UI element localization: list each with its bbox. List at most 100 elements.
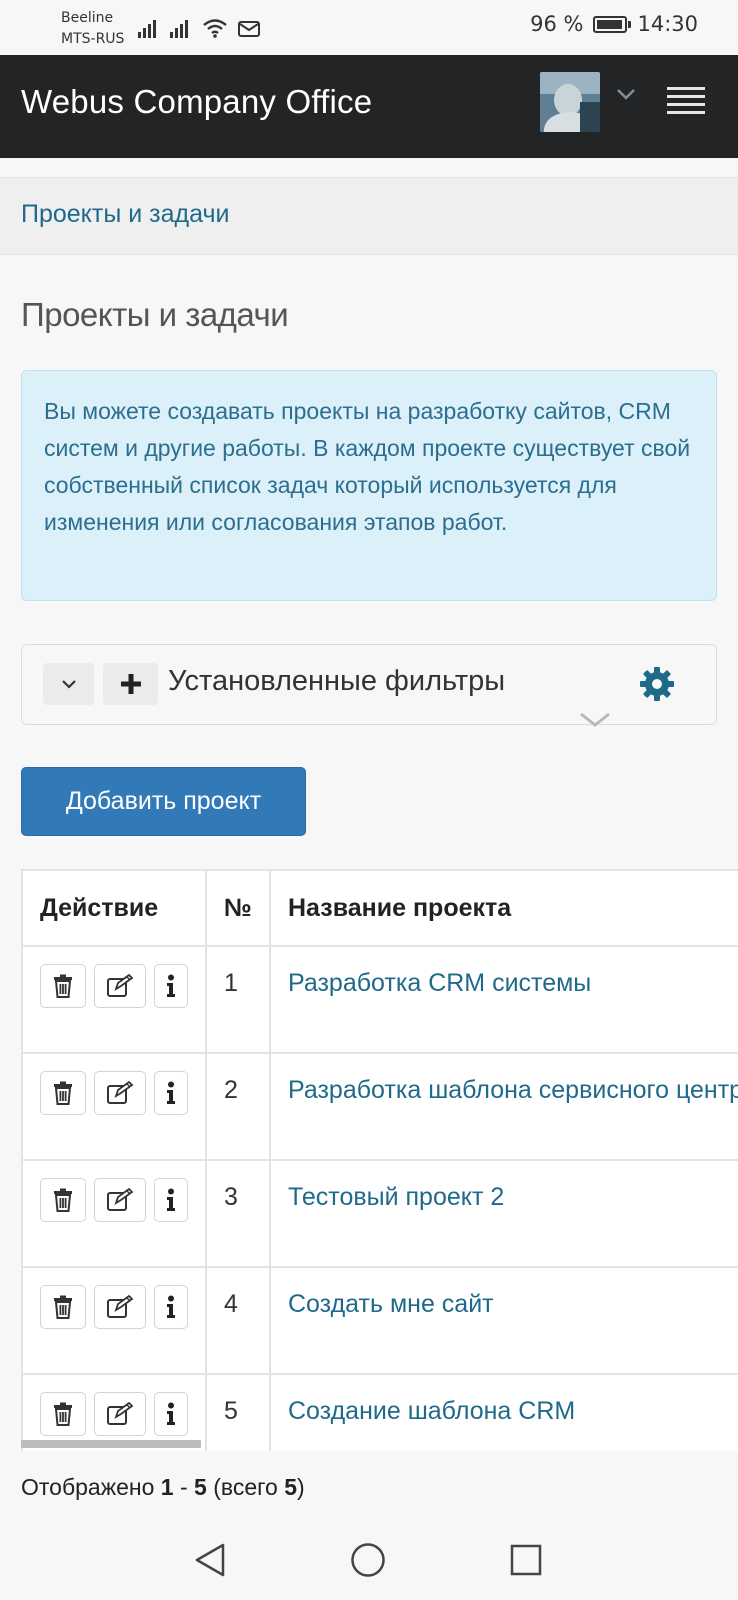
hamburger-menu-icon[interactable] bbox=[667, 87, 705, 115]
back-icon[interactable] bbox=[193, 1542, 227, 1578]
project-link[interactable]: Разработка шаблона сервисного центра bbox=[288, 1076, 738, 1104]
avatar[interactable] bbox=[540, 72, 600, 132]
table-row: 1 Разработка CRM системы bbox=[21, 945, 738, 1054]
table-row: 3 Тестовый проект 2 bbox=[21, 1159, 738, 1268]
pagination-summary: Отображено 1 - 5 (всего 5) bbox=[21, 1474, 305, 1501]
battery-percent: 96 % bbox=[530, 12, 584, 36]
page-title: Проекты и задачи bbox=[21, 296, 289, 333]
row-number: 4 bbox=[205, 1266, 271, 1375]
project-link[interactable]: Создать мне сайт bbox=[288, 1290, 494, 1318]
table-row: 4 Создать мне сайт bbox=[21, 1266, 738, 1375]
add-filter-button[interactable] bbox=[103, 663, 158, 705]
avatar-image bbox=[540, 72, 600, 132]
pager-suffix: ) bbox=[297, 1474, 305, 1500]
breadcrumb: Проекты и задачи bbox=[0, 177, 738, 255]
row-actions bbox=[21, 1266, 207, 1375]
edit-icon bbox=[107, 1188, 134, 1211]
trash-icon bbox=[54, 1081, 72, 1105]
delete-button[interactable] bbox=[40, 1178, 86, 1222]
project-link[interactable]: Тестовый проект 2 bbox=[288, 1183, 504, 1211]
pager-mid: (всего bbox=[206, 1474, 285, 1500]
system-navigation-bar bbox=[0, 1520, 738, 1600]
edit-button[interactable] bbox=[94, 1285, 146, 1329]
info-button[interactable] bbox=[154, 1392, 188, 1436]
header-action: Действие bbox=[21, 869, 207, 947]
wifi-icon bbox=[203, 19, 227, 38]
edit-icon bbox=[107, 1402, 134, 1425]
horizontal-scrollbar[interactable] bbox=[21, 1440, 201, 1448]
row-number: 3 bbox=[205, 1159, 271, 1268]
plus-icon bbox=[120, 674, 141, 694]
add-project-button[interactable]: Добавить проект bbox=[21, 767, 306, 836]
status-bar: Beeline MTS-RUS 96 % 14:30 bbox=[0, 0, 738, 55]
delete-button[interactable] bbox=[40, 964, 86, 1008]
filters-collapse-button[interactable] bbox=[43, 663, 94, 705]
signal-icon bbox=[170, 20, 188, 38]
pager-from: 1 bbox=[160, 1474, 174, 1500]
menu-bar bbox=[667, 111, 705, 114]
pager-prefix: Отображено bbox=[21, 1474, 161, 1500]
info-icon bbox=[167, 1081, 175, 1104]
signal-icon bbox=[138, 20, 156, 38]
battery-icon bbox=[593, 15, 632, 33]
project-link[interactable]: Создание шаблона CRM bbox=[288, 1397, 575, 1425]
home-icon[interactable] bbox=[350, 1542, 386, 1578]
gear-icon[interactable] bbox=[638, 665, 676, 703]
info-button[interactable] bbox=[154, 1071, 188, 1115]
filters-panel: Установленные фильтры bbox=[21, 644, 717, 727]
info-icon bbox=[167, 974, 175, 997]
info-button[interactable] bbox=[154, 964, 188, 1008]
info-icon bbox=[167, 1188, 175, 1211]
row-actions bbox=[21, 945, 207, 1054]
info-icon bbox=[167, 1295, 175, 1318]
edit-button[interactable] bbox=[94, 1392, 146, 1436]
recent-apps-icon[interactable] bbox=[510, 1544, 542, 1576]
project-link[interactable]: Разработка CRM системы bbox=[288, 969, 591, 997]
mail-icon bbox=[238, 21, 260, 37]
row-actions bbox=[21, 1159, 207, 1268]
top-navbar: Webus Company Office bbox=[0, 55, 738, 158]
edit-icon bbox=[107, 1081, 134, 1104]
trash-icon bbox=[54, 1295, 72, 1319]
projects-table: Действие № Название проекта 1 Разработка… bbox=[21, 869, 738, 1451]
brand-title[interactable]: Webus Company Office bbox=[21, 83, 372, 121]
header-project-name: Название проекта bbox=[269, 869, 738, 947]
trash-icon bbox=[54, 974, 72, 998]
trash-icon bbox=[54, 1402, 72, 1426]
pager-to: 5 bbox=[194, 1474, 207, 1500]
row-project-name: Разработка шаблона сервисного центра bbox=[269, 1052, 738, 1161]
battery-fill bbox=[597, 19, 623, 29]
delete-button[interactable] bbox=[40, 1285, 86, 1329]
row-actions bbox=[21, 1052, 207, 1161]
edit-button[interactable] bbox=[94, 1071, 146, 1115]
row-number: 2 bbox=[205, 1052, 271, 1161]
breadcrumb-item-projects[interactable]: Проекты и задачи bbox=[21, 200, 229, 229]
filters-label: Установленные фильтры bbox=[168, 665, 506, 697]
clock: 14:30 bbox=[637, 12, 698, 36]
chevron-down-icon[interactable] bbox=[578, 711, 612, 729]
row-number: 5 bbox=[205, 1373, 271, 1451]
header-number: № bbox=[205, 869, 271, 947]
info-icon bbox=[167, 1402, 175, 1425]
row-project-name: Тестовый проект 2 bbox=[269, 1159, 738, 1268]
info-alert: Вы можете создавать проекты на разработк… bbox=[21, 370, 717, 601]
delete-button[interactable] bbox=[40, 1071, 86, 1115]
carrier-names: Beeline MTS-RUS bbox=[61, 8, 124, 50]
delete-button[interactable] bbox=[40, 1392, 86, 1436]
menu-bar bbox=[667, 87, 705, 90]
chevron-down-icon[interactable] bbox=[616, 87, 636, 101]
edit-button[interactable] bbox=[94, 1178, 146, 1222]
edit-button[interactable] bbox=[94, 964, 146, 1008]
row-project-name: Создание шаблона CRM bbox=[269, 1373, 738, 1451]
row-number: 1 bbox=[205, 945, 271, 1054]
chevron-down-icon bbox=[61, 680, 76, 689]
carrier-1: Beeline bbox=[61, 10, 114, 26]
projects-table-container[interactable]: Действие № Название проекта 1 Разработка… bbox=[21, 869, 738, 1451]
row-project-name: Создать мне сайт bbox=[269, 1266, 738, 1375]
menu-bar bbox=[667, 95, 705, 98]
edit-icon bbox=[107, 1295, 134, 1318]
status-right: 96 % 14:30 bbox=[530, 12, 698, 36]
table-row: 2 Разработка шаблона сервисного центра bbox=[21, 1052, 738, 1161]
info-button[interactable] bbox=[154, 1285, 188, 1329]
info-button[interactable] bbox=[154, 1178, 188, 1222]
